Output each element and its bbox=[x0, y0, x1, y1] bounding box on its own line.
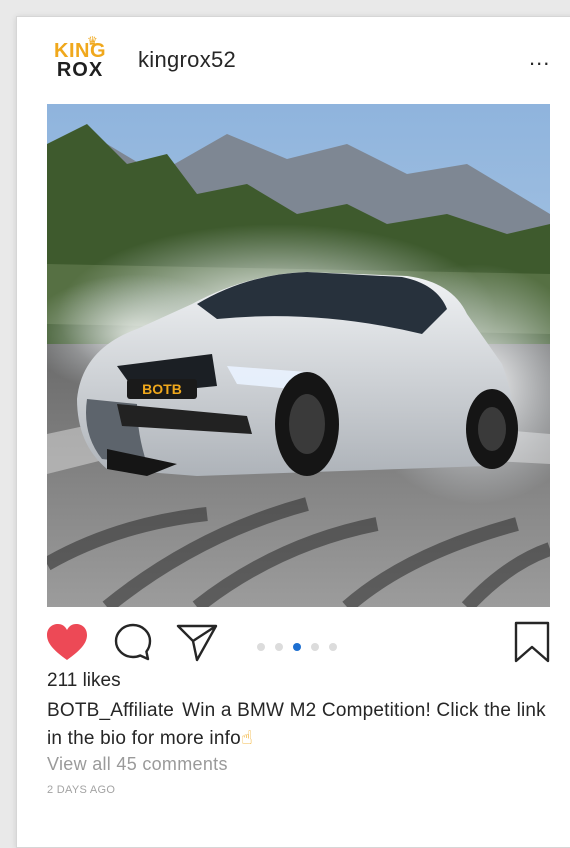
carousel-dot[interactable] bbox=[329, 642, 337, 651]
post-card: KING ♛ ROX kingrox52 ... BOTB 211 likes … bbox=[16, 16, 570, 848]
more-icon[interactable]: ... bbox=[529, 47, 550, 69]
carousel-dot[interactable] bbox=[311, 642, 319, 651]
share-icon[interactable] bbox=[175, 622, 219, 662]
post-caption: BOTB_Affiliate Win a BMW M2 Competition! … bbox=[47, 697, 547, 753]
post-actions bbox=[17, 617, 570, 667]
caption-author[interactable]: BOTB_Affiliate bbox=[47, 700, 174, 721]
logo-line-2: ROX bbox=[56, 59, 104, 81]
carousel-dot[interactable] bbox=[257, 642, 265, 651]
carousel-dot[interactable] bbox=[275, 642, 283, 651]
carousel-dot-active[interactable] bbox=[293, 642, 301, 651]
post-username[interactable]: kingrox52 bbox=[138, 47, 236, 73]
bookmark-icon[interactable] bbox=[513, 621, 551, 663]
logo-line-1: KING bbox=[54, 40, 106, 62]
likes-count[interactable]: 211 likes bbox=[47, 670, 121, 692]
comment-icon[interactable] bbox=[113, 622, 153, 662]
view-comments-link[interactable]: View all 45 comments bbox=[47, 754, 228, 775]
heart-icon[interactable] bbox=[45, 622, 89, 662]
crown-icon: ♛ bbox=[87, 34, 98, 48]
pointing-up-emoji-icon: ☝ bbox=[240, 728, 253, 749]
post-image[interactable]: BOTB bbox=[47, 104, 550, 607]
carousel-indicator bbox=[257, 638, 347, 651]
post-timestamp: 2 DAYS AGO bbox=[47, 784, 116, 796]
post-header: KING ♛ ROX kingrox52 ... bbox=[17, 17, 570, 103]
profile-avatar[interactable]: KING ♛ ROX bbox=[49, 35, 111, 85]
svg-text:BOTB: BOTB bbox=[142, 381, 182, 397]
